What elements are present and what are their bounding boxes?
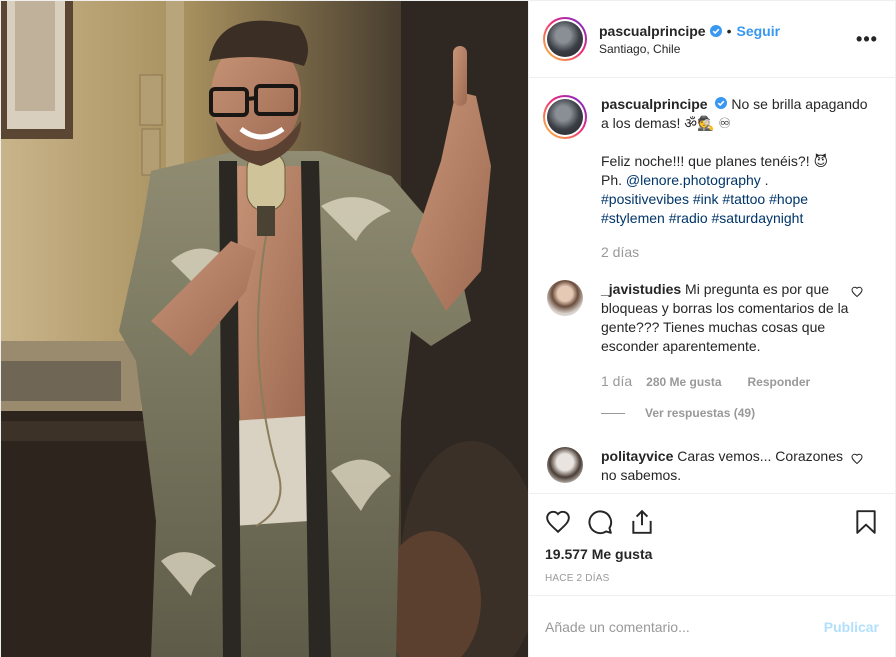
comment-item: politayvice Caras vemos... Corazones no … (543, 447, 879, 485)
comment-item: _javistudies Mi pregunta es por que bloq… (543, 280, 879, 423)
hashtag[interactable]: #radio (669, 210, 708, 226)
add-comment-bar: Publicar (529, 595, 895, 657)
credit-prefix: Ph. (601, 172, 626, 188)
story-ring[interactable] (543, 17, 587, 61)
comment-like-heart-icon[interactable] (851, 286, 863, 298)
comment-avatar[interactable] (547, 280, 583, 316)
avatar[interactable] (547, 21, 583, 57)
verified-badge-icon (715, 97, 728, 109)
comment-avatar[interactable] (547, 447, 583, 483)
credit-suffix: . (760, 172, 769, 188)
separator-dot: • (726, 22, 732, 39)
follow-button[interactable]: Seguir (737, 23, 781, 39)
caption: pascualprincipe No se brilla apagando a … (543, 95, 879, 262)
hashtag[interactable]: #ink (693, 191, 719, 207)
caption-line-1: pascualprincipe No se brilla apagando a … (601, 95, 879, 133)
publish-button[interactable]: Publicar (824, 619, 879, 635)
bookmark-icon[interactable] (853, 509, 879, 535)
comment-username[interactable]: politayvice (601, 448, 673, 464)
post-time[interactable]: HACE 2 DÍAS (545, 573, 879, 584)
replies-line (601, 413, 625, 414)
comment-icon[interactable] (587, 509, 613, 535)
instagram-post: pascualprincipe • Seguir Santiago, Chile… (0, 0, 896, 657)
avatar-wrapper (545, 19, 585, 59)
hashtag[interactable]: #tattoo (722, 191, 765, 207)
comments-list[interactable]: pascualprincipe No se brilla apagando a … (529, 79, 895, 493)
share-icon[interactable] (629, 509, 655, 535)
caption-time[interactable]: 2 días (601, 243, 879, 262)
location-link[interactable]: Santiago, Chile (599, 42, 855, 56)
verified-badge-icon (709, 24, 722, 37)
comment-input[interactable] (545, 619, 824, 635)
caption-avatar-wrapper (545, 97, 585, 137)
caption-body: pascualprincipe No se brilla apagando a … (601, 95, 879, 262)
action-bar: 19.577 Me gusta HACE 2 DÍAS (529, 493, 895, 595)
comment-meta: 1 día 280 Me gusta Responder (601, 372, 853, 392)
caption-username[interactable]: pascualprincipe (601, 96, 708, 112)
post-header: pascualprincipe • Seguir Santiago, Chile… (529, 1, 895, 78)
caption-credit: Ph. @lenore.photography . (601, 171, 879, 190)
header-text: pascualprincipe • Seguir Santiago, Chile (599, 23, 855, 56)
credit-mention[interactable]: @lenore.photography (626, 172, 761, 188)
hashtags-line-1: #positivevibes #ink #tattoo #hope (601, 190, 879, 209)
caption-story-ring[interactable] (543, 95, 587, 139)
comment-username[interactable]: _javistudies (601, 281, 681, 297)
hashtag[interactable]: #hope (769, 191, 808, 207)
header-line: pascualprincipe • Seguir (599, 23, 855, 39)
comment-time[interactable]: 1 día (601, 372, 632, 391)
caption-avatar[interactable] (547, 99, 583, 135)
comment-body: _javistudies Mi pregunta es por que bloq… (601, 280, 879, 423)
hashtag[interactable]: #stylemen (601, 210, 665, 226)
comment-likes[interactable]: 280 Me gusta (646, 373, 721, 392)
view-replies-button[interactable]: Ver respuestas (49) (601, 404, 853, 423)
caption-text-2: Feliz noche!!! que planes tenéis?! 😈 (601, 153, 829, 169)
hashtag[interactable]: #positivevibes (601, 191, 689, 207)
username-link[interactable]: pascualprincipe (599, 23, 706, 39)
hashtag[interactable]: #saturdaynight (712, 210, 804, 226)
post-sidebar: pascualprincipe • Seguir Santiago, Chile… (528, 1, 895, 657)
post-photo[interactable] (1, 1, 528, 657)
action-icons (545, 504, 879, 540)
likes-count[interactable]: 19.577 Me gusta (545, 546, 879, 562)
reply-button[interactable]: Responder (748, 373, 811, 392)
comment-body: politayvice Caras vemos... Corazones no … (601, 447, 879, 485)
hashtags-line-2: #stylemen #radio #saturdaynight (601, 209, 879, 228)
view-replies-label: Ver respuestas (49) (645, 406, 756, 420)
heart-icon[interactable] (545, 509, 571, 535)
comment-like-heart-icon[interactable] (851, 453, 863, 465)
post-image (1, 1, 528, 657)
more-options-icon[interactable]: ••• (855, 27, 879, 51)
